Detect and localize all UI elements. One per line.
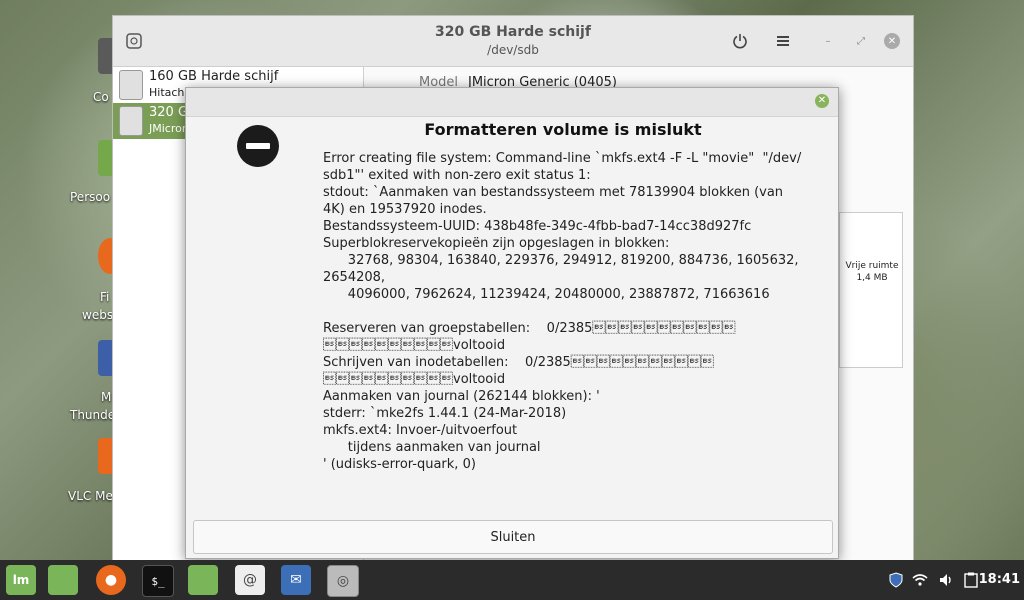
mint-menu-icon[interactable]: lm [6, 565, 36, 595]
files-icon[interactable] [48, 565, 78, 595]
dialog-titlebar: ✕ [186, 88, 838, 117]
drive-vendor: Hitachi [149, 86, 188, 99]
desktop-thunderbird-label: M [101, 390, 112, 404]
shield-icon[interactable] [888, 572, 904, 592]
maximize-icon[interactable]: ⤢ [853, 33, 869, 49]
free-space-segment[interactable]: Vrije ruimte 1,4 MB [839, 212, 903, 368]
desktop-home-label: Persoo [70, 190, 111, 204]
clipboard-icon[interactable] [964, 572, 978, 592]
error-message: Error creating file system: Command-line… [323, 151, 802, 472]
free-space-label: Vrije ruimte [845, 261, 899, 271]
terminal-icon[interactable]: $_ [142, 565, 174, 597]
email-app-icon[interactable]: @ [235, 565, 265, 595]
drive-name: 160 GB Harde schijf [149, 69, 279, 84]
volume-icon[interactable] [938, 572, 954, 592]
desktop-firefox-label: Fi [100, 290, 110, 304]
hard-disk-icon [119, 106, 143, 136]
drive-name: 320 G [149, 105, 189, 120]
close-icon[interactable]: ✕ [815, 94, 829, 108]
firefox-icon[interactable]: ● [96, 565, 126, 595]
desktop-vlc-label: VLC Me [68, 489, 113, 503]
wifi-icon[interactable] [912, 572, 928, 592]
taskbar: lm ● $_ @ ✉ ◎ 18:41 [0, 560, 1024, 600]
clock[interactable]: 18:41 [979, 572, 1020, 587]
close-button[interactable]: Sluiten [193, 520, 833, 554]
minimize-icon[interactable]: – [820, 33, 836, 49]
dialog-title: Formatteren volume is mislukt [424, 120, 702, 139]
power-icon[interactable] [727, 28, 753, 54]
desktop-thunderbird-label-2: Thunde [70, 408, 116, 422]
desktop-computer-label: Co [93, 90, 109, 104]
error-icon [237, 125, 279, 167]
thunderbird-icon[interactable]: ✉ [281, 565, 311, 595]
disks-titlebar: 320 GB Harde schijf /dev/sdb – ⤢ ✕ [113, 16, 913, 67]
hard-disk-icon [119, 70, 143, 100]
close-icon[interactable]: ✕ [884, 33, 900, 49]
drive-vendor: JMicron [149, 122, 189, 135]
free-space-size: 1,4 MB [856, 273, 888, 283]
desktop-firefox-label-2: webs [82, 308, 114, 322]
hamburger-icon[interactable] [770, 28, 796, 54]
error-dialog: ✕ Formatteren volume is mislukt Error cr… [185, 87, 839, 559]
disks-icon[interactable]: ◎ [327, 565, 359, 597]
folder-icon[interactable] [188, 565, 218, 595]
